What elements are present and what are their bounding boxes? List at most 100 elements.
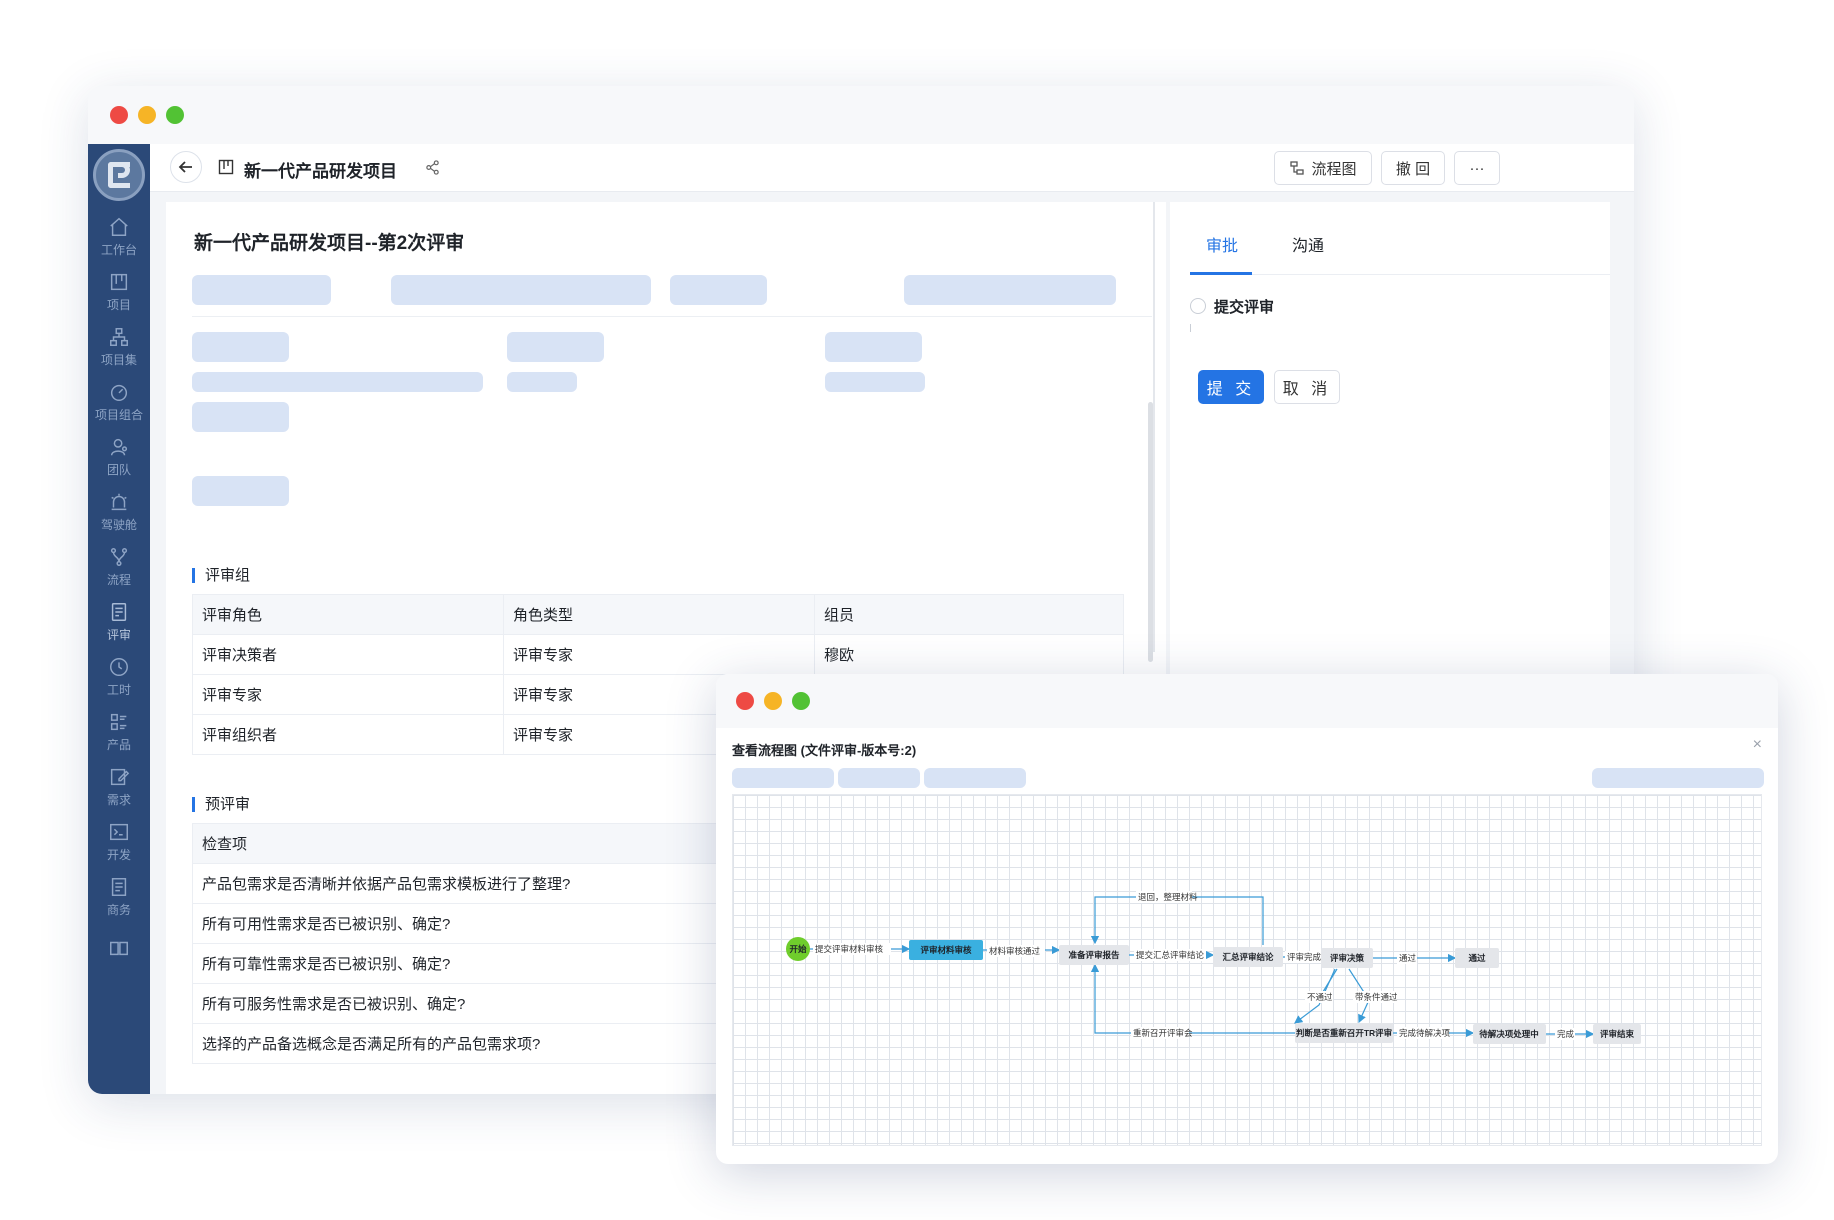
- sidebar-item-requirement[interactable]: 需求: [88, 766, 150, 822]
- terminal-icon: [110, 823, 128, 841]
- sidebar-item-team[interactable]: 团队: [88, 436, 150, 492]
- review-title: 新一代产品研发项目--第2次评审: [194, 233, 465, 254]
- column-header: 评审角色: [192, 594, 504, 635]
- placeholder-block: [507, 372, 577, 392]
- sidebar-item-product[interactable]: 产品: [88, 711, 150, 767]
- column-header: 组员: [814, 594, 1124, 635]
- clock-icon: [110, 658, 128, 676]
- placeholder-block: [924, 768, 1026, 788]
- edge-label: 材料审核通过: [989, 946, 1041, 956]
- flowchart-modal: 查看流程图 (文件评审-版本号:2) × 提交评审材料审核 材料审核通过 提交汇…: [716, 674, 1778, 1164]
- close-window-button[interactable]: [736, 692, 754, 710]
- modal-title: 查看流程图 (文件评审-版本号:2): [732, 743, 917, 758]
- sidebar-item-project[interactable]: 项目: [88, 271, 150, 327]
- placeholder-block: [825, 372, 925, 392]
- sidebar-item-label: 工时: [106, 683, 131, 697]
- edge-label: 提交评审材料审核: [815, 944, 884, 954]
- alarm-icon: [111, 493, 127, 511]
- sidebar-item-review[interactable]: 评审: [88, 601, 150, 657]
- sidebar-item-portfolio[interactable]: 项目组合: [88, 381, 150, 437]
- divider: [192, 316, 1152, 317]
- table-cell: 穆欧: [814, 634, 1124, 675]
- app-logo[interactable]: [93, 149, 145, 201]
- tab-active-indicator: [1190, 272, 1252, 275]
- sidebar-item-business[interactable]: 商务: [88, 876, 150, 932]
- sidebar-item-timesheet[interactable]: 工时: [88, 656, 150, 712]
- placeholder-block: [507, 332, 604, 362]
- table-header-row: 评审角色 角色类型 组员: [192, 594, 1124, 635]
- panel-divider: [1153, 202, 1155, 652]
- table-cell: 评审决策者: [192, 634, 504, 675]
- close-icon[interactable]: ×: [1753, 736, 1762, 754]
- node-label: 汇总评审结论: [1222, 952, 1274, 962]
- tab-communication[interactable]: 沟通: [1292, 232, 1324, 256]
- cancel-button[interactable]: 取 消: [1274, 370, 1340, 404]
- table-cell: 评审组织者: [192, 714, 504, 755]
- share-icon[interactable]: [425, 160, 440, 175]
- sidebar-item-label: 驾驶舱: [100, 518, 137, 532]
- edge-label: 提交汇总评审结论: [1136, 950, 1205, 960]
- placeholder-block: [192, 332, 289, 362]
- team-icon: [110, 438, 128, 456]
- sidebar-item-label: 商务: [106, 903, 131, 917]
- minimize-window-button[interactable]: [764, 692, 782, 710]
- more-icon: ···: [1469, 159, 1485, 177]
- back-button[interactable]: [170, 151, 202, 183]
- sidebar-item-workbench[interactable]: 工作台: [88, 216, 150, 272]
- flowchart-canvas[interactable]: 提交评审材料审核 材料审核通过 提交汇总评审结论 评审完成 通过 退回，整理材料…: [732, 794, 1762, 1146]
- modal-window-titlebar: [716, 674, 1778, 728]
- sidebar-item-label: 项目组合: [94, 408, 143, 422]
- sidebar-item-label: 流程: [106, 573, 131, 587]
- tab-divider: [1190, 274, 1610, 275]
- sidebar-item-process[interactable]: 流程: [88, 546, 150, 602]
- tab-approval[interactable]: 审批: [1206, 232, 1238, 256]
- book-icon: [110, 941, 128, 956]
- column-header: 角色类型: [503, 594, 815, 635]
- product-icon: [110, 713, 127, 731]
- sidebar-item-cockpit[interactable]: 驾驶舱: [88, 491, 150, 547]
- close-window-button[interactable]: [110, 106, 128, 124]
- placeholder-block: [732, 768, 834, 788]
- edge-label: 完成: [1557, 1029, 1575, 1039]
- branch-icon: [110, 548, 128, 566]
- submit-review-label: 提交评审: [1214, 299, 1275, 316]
- sidebar-item-program[interactable]: 项目集: [88, 326, 150, 382]
- edge-label: 评审完成: [1287, 952, 1322, 962]
- window-titlebar: [88, 86, 1634, 144]
- edge-label: 重新召开评审会: [1133, 1028, 1193, 1038]
- edge-label: 不通过: [1307, 992, 1333, 1002]
- sidebar-item-docs[interactable]: [88, 937, 150, 993]
- hierarchy-icon: [110, 328, 128, 346]
- more-button[interactable]: ···: [1454, 151, 1500, 185]
- placeholder-block: [825, 332, 922, 362]
- review-group-title: 评审组: [192, 568, 250, 583]
- maximize-window-button[interactable]: [792, 692, 810, 710]
- placeholder-block: [904, 275, 1116, 305]
- edge-label: 退回，整理材料: [1138, 892, 1198, 902]
- project-board-icon: [218, 159, 234, 175]
- node-label: 判断是否重新召开TR评审: [1296, 1028, 1392, 1038]
- pre-review-title: 预评审: [192, 797, 250, 812]
- business-icon: [111, 878, 127, 896]
- submit-button[interactable]: 提 交: [1198, 370, 1264, 404]
- sidebar-item-development[interactable]: 开发: [88, 821, 150, 877]
- withdraw-button[interactable]: 撤 回: [1381, 151, 1445, 185]
- timeline-line: [1190, 324, 1191, 332]
- top-bar: 新一代产品研发项目 流程图 撤 回 ···: [150, 144, 1634, 192]
- placeholder-block: [192, 476, 289, 506]
- maximize-window-button[interactable]: [166, 106, 184, 124]
- table-cell: 评审专家: [503, 634, 815, 675]
- flowchart-button[interactable]: 流程图: [1274, 151, 1372, 185]
- sidebar-item-label: 产品: [106, 738, 131, 752]
- withdraw-button-label: 撤 回: [1395, 160, 1431, 178]
- placeholder-block: [192, 275, 331, 305]
- edit-icon: [110, 768, 130, 786]
- gauge-icon: [110, 384, 128, 401]
- node-label: 评审结束: [1600, 1029, 1635, 1039]
- sidebar-item-label: 评审: [106, 628, 131, 642]
- edge-line: [1090, 896, 1264, 945]
- sidebar-item-label: 项目集: [100, 353, 137, 367]
- minimize-window-button[interactable]: [138, 106, 156, 124]
- submit-review-radio[interactable]: [1190, 298, 1206, 314]
- sidebar: 工作台 项目 项目集 项目组合 团队 驾驶舱 流程 评审 工时 产品 需求 开发…: [88, 144, 150, 1094]
